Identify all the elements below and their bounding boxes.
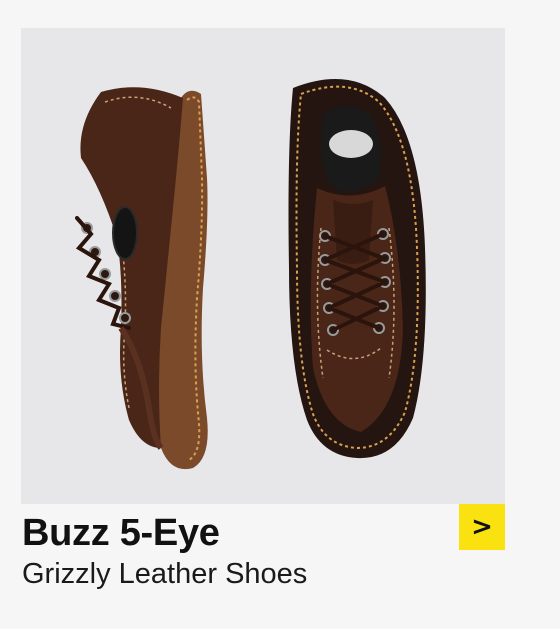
left-shoe-side-view — [75, 87, 208, 470]
product-name[interactable]: Buzz 5-Eye — [22, 512, 220, 555]
right-shoe-top-view — [288, 79, 426, 459]
product-description: Grizzly Leather Shoes — [22, 558, 308, 590]
product-image[interactable] — [21, 28, 505, 504]
chevron-right-icon: > — [471, 512, 493, 542]
product-card[interactable]: Buzz 5-Eye Grizzly Leather Shoes > — [0, 0, 560, 629]
brand-logo-icon — [329, 130, 373, 158]
next-arrow-button[interactable]: > — [459, 504, 505, 550]
